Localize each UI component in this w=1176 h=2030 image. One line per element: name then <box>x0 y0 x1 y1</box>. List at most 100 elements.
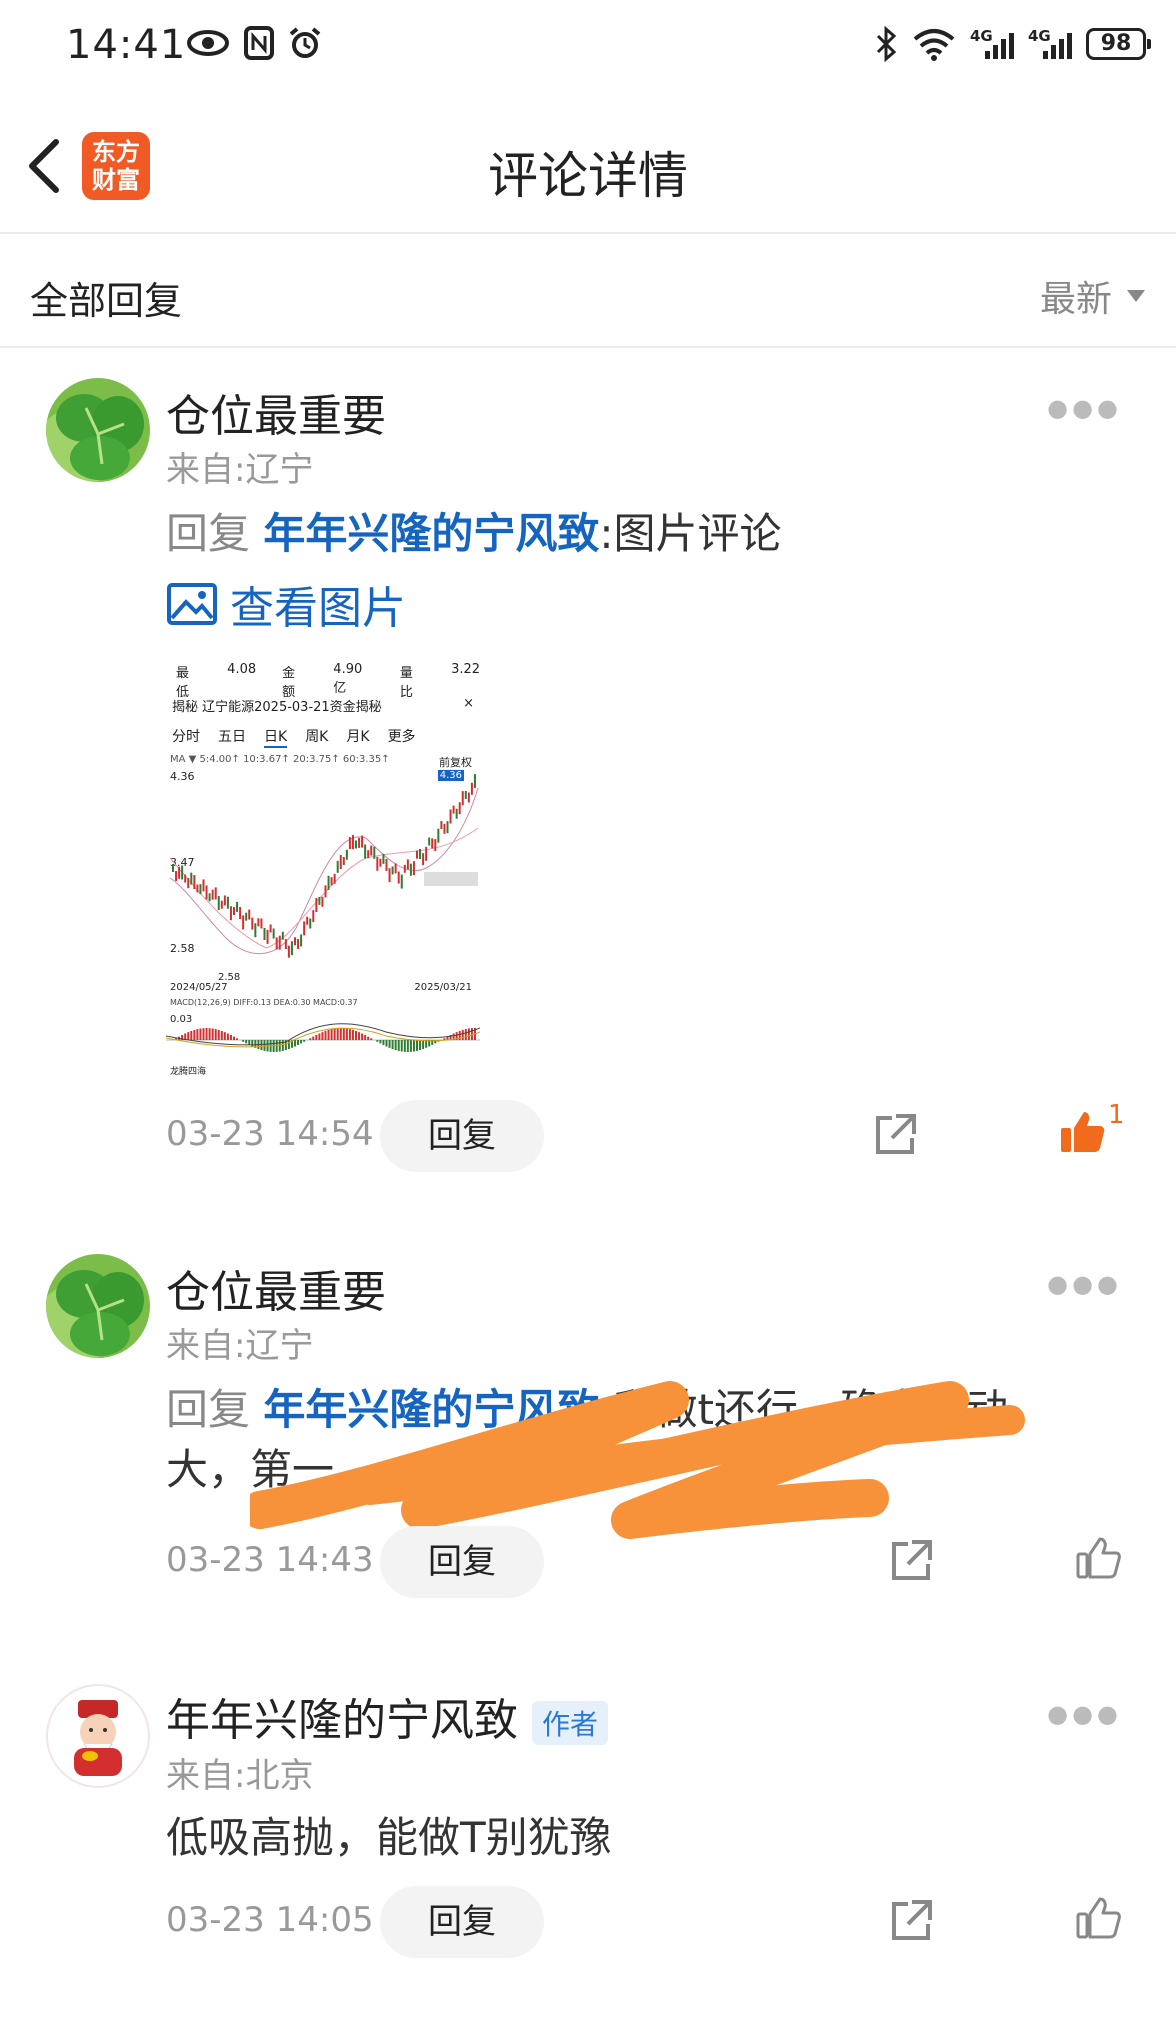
avatar[interactable] <box>46 1254 150 1358</box>
more-icon[interactable]: ●●● <box>1047 394 1122 422</box>
macd-bar <box>406 1040 409 1052</box>
candle <box>403 864 406 873</box>
macd-bar <box>348 1029 351 1040</box>
candle <box>248 909 251 920</box>
location: 来自:北京 <box>166 1756 314 1796</box>
candle <box>205 885 208 900</box>
candle <box>321 896 324 907</box>
macd-bar <box>281 1040 284 1051</box>
candle <box>419 849 422 860</box>
candle <box>233 907 235 916</box>
candle <box>242 915 245 930</box>
macd-bar <box>324 1030 327 1040</box>
image-thumbnail[interactable]: 最低 4.08 金额 4.90亿 量比 3.22 揭秘 辽宁能源2025-03-21资… <box>166 652 480 1082</box>
macd-bar <box>336 1028 339 1040</box>
comment-time: 03-23 14:05 <box>166 1900 374 1940</box>
macd-bar <box>196 1029 199 1040</box>
reply-button[interactable]: 回复 <box>380 1100 544 1172</box>
username[interactable]: 年年兴隆的宁风致 <box>166 1695 518 1746</box>
share-icon[interactable] <box>888 1898 934 1944</box>
candle <box>211 889 214 900</box>
candle <box>257 918 260 927</box>
candle <box>449 809 452 824</box>
like-count: 1 <box>1108 1100 1125 1130</box>
macd-bar <box>345 1028 348 1040</box>
signal-icon: 4G <box>970 27 1014 61</box>
candle <box>315 897 318 912</box>
macd-bar <box>226 1033 229 1040</box>
eye-icon <box>187 30 229 56</box>
like-icon[interactable] <box>1074 1534 1122 1582</box>
share-icon[interactable] <box>888 1538 934 1584</box>
reply-to-link[interactable]: 年年兴隆的宁风致 <box>263 509 599 558</box>
more-icon[interactable]: ●●● <box>1047 1270 1122 1298</box>
username[interactable]: 仓位最重要 <box>166 380 386 444</box>
username-row: 年年兴隆的宁风致 作者 <box>166 1684 609 1748</box>
candle <box>223 895 226 906</box>
thumb-kline-chart <box>169 774 479 958</box>
candle <box>391 866 394 875</box>
candle <box>400 874 403 889</box>
thumb-macd-chart <box>166 1023 480 1052</box>
macd-bar <box>242 1040 245 1042</box>
status-time: 14:41 <box>66 22 187 68</box>
candle <box>409 863 412 876</box>
macd-bar <box>412 1040 415 1052</box>
macd-bar <box>467 1028 470 1040</box>
username[interactable]: 仓位最重要 <box>166 1256 386 1320</box>
candle <box>452 805 455 814</box>
like-icon[interactable] <box>1074 1894 1122 1942</box>
candle <box>464 790 467 799</box>
macd-bar <box>318 1033 321 1040</box>
macd-bar <box>403 1040 406 1052</box>
candle <box>229 906 232 921</box>
view-image-label: 查看图片 <box>230 583 406 634</box>
all-replies-label: 全部回复 <box>30 279 183 323</box>
macd-bar <box>416 1040 418 1051</box>
macd-bar <box>391 1040 394 1050</box>
candle <box>260 918 263 929</box>
macd-bar <box>300 1040 303 1044</box>
candle <box>446 821 449 834</box>
candle <box>425 846 428 861</box>
macd-bar <box>385 1040 388 1047</box>
nfc-icon <box>244 26 274 60</box>
candle <box>397 871 400 884</box>
macd-bar <box>263 1040 266 1051</box>
candle <box>348 837 351 850</box>
macd-bar <box>315 1034 318 1040</box>
macd-bar <box>278 1040 281 1052</box>
thumb-quote-row: 最低 4.08 金额 4.90亿 量比 3.22 <box>176 662 480 700</box>
macd-bar <box>376 1040 379 1042</box>
candle <box>342 856 345 865</box>
view-image-link[interactable]: 查看图片 <box>166 572 406 636</box>
candle <box>193 875 196 890</box>
macd-bar <box>229 1035 232 1040</box>
alarm-icon <box>289 27 321 58</box>
candle <box>443 823 446 834</box>
macd-bar <box>388 1040 391 1048</box>
sort-label: 最新 <box>1039 279 1112 320</box>
candle <box>251 917 254 930</box>
candle <box>416 850 418 859</box>
macd-bar <box>193 1029 196 1040</box>
macd-bar <box>312 1036 315 1040</box>
avatar[interactable] <box>46 378 150 482</box>
share-icon[interactable] <box>872 1112 918 1158</box>
sort-dropdown[interactable]: 最新 <box>1040 270 1146 322</box>
reply-button[interactable]: 回复 <box>380 1526 544 1598</box>
reply-button[interactable]: 回复 <box>380 1886 544 1958</box>
macd-bar <box>187 1032 190 1040</box>
thumb-date-start: 2024/05/27 <box>170 982 228 993</box>
candle <box>361 835 364 848</box>
macd-bar <box>394 1040 397 1051</box>
candle <box>303 921 306 936</box>
macd-bar <box>223 1032 226 1040</box>
like-icon-active[interactable] <box>1058 1108 1106 1156</box>
avatar[interactable] <box>46 1684 150 1788</box>
macd-bar <box>370 1038 373 1040</box>
more-icon[interactable]: ●●● <box>1047 1700 1122 1728</box>
macd-bar <box>461 1029 464 1040</box>
macd-bar <box>327 1029 330 1040</box>
macd-bar <box>464 1029 467 1040</box>
